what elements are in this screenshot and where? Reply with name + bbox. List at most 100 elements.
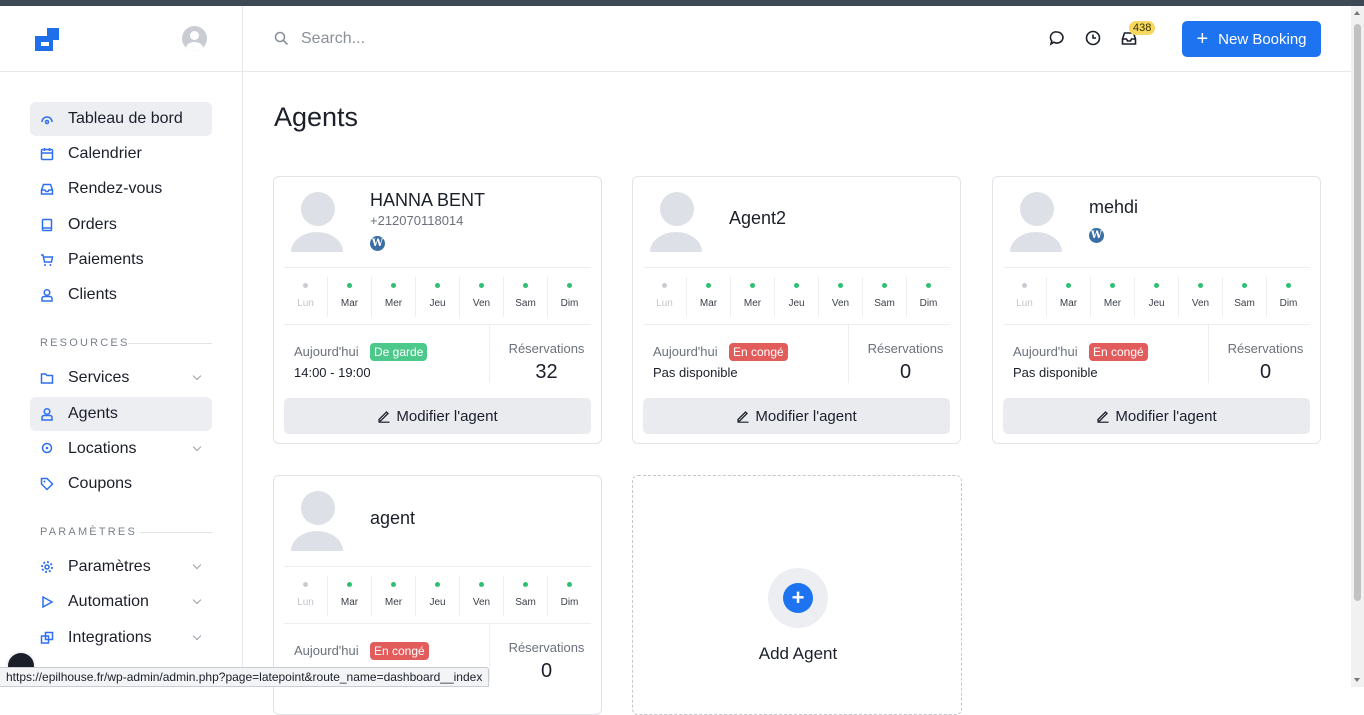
sidebar-item-payments[interactable]: Paiements <box>30 243 212 277</box>
chat-icon[interactable] <box>1048 29 1066 47</box>
pencil-icon <box>377 409 391 423</box>
chevron-down-icon[interactable] <box>192 631 202 641</box>
sidebar-item-label: Coupons <box>68 475 133 492</box>
add-agent-circle[interactable]: + <box>768 568 828 628</box>
scroll-down-arrow-icon[interactable] <box>1354 678 1360 682</box>
sidebar-item-services[interactable]: Services <box>30 361 212 395</box>
agent-phone: +212070118014 <box>370 213 464 228</box>
chevron-down-icon[interactable] <box>192 595 202 605</box>
reservations-count: 32 <box>535 361 558 383</box>
map-pin-icon <box>40 442 54 456</box>
sidebar-item-label: Clients <box>68 286 117 303</box>
reservations-count: 0 <box>1259 361 1272 383</box>
day-item: Dim <box>547 277 591 317</box>
agent-name: HANNA BENT <box>370 190 486 210</box>
wordpress-icon[interactable]: W <box>1089 228 1104 243</box>
sidebar-divider <box>0 71 243 72</box>
latepoint-logo[interactable] <box>35 28 61 54</box>
day-item: Mer <box>730 277 774 317</box>
sidebar-item-integrations[interactable]: Integrations <box>30 621 212 655</box>
edit-agent-button[interactable]: Modifier l'agent <box>1003 398 1310 434</box>
sidebar-item-label: Paiements <box>68 251 144 268</box>
folder-icon <box>40 371 54 385</box>
day-item: Mar <box>327 277 371 317</box>
reservations-count: 0 <box>540 660 553 682</box>
clock-icon[interactable] <box>1084 29 1102 47</box>
weekly-schedule: Lun Mar Mer Jeu Ven Sam Dim <box>284 576 591 616</box>
new-booking-button[interactable]: + New Booking <box>1182 21 1321 57</box>
user-avatar[interactable] <box>182 26 207 51</box>
status-badge: En congé <box>1089 343 1148 361</box>
agent-avatar <box>291 192 343 252</box>
sidebar-item-automation[interactable]: Automation <box>30 585 212 619</box>
weekly-schedule: Lun Mar Mer Jeu Ven Sam Dim <box>284 277 591 317</box>
day-item: Mar <box>686 277 730 317</box>
day-item: Sam <box>1222 277 1266 317</box>
edit-agent-label: Modifier l'agent <box>396 407 498 425</box>
sidebar-item-orders[interactable]: Orders <box>30 208 212 242</box>
chevron-down-icon[interactable] <box>192 442 202 452</box>
dashboard-icon <box>40 112 54 126</box>
day-item: Sam <box>503 277 547 317</box>
agent-avatar <box>291 491 343 551</box>
add-agent-card[interactable]: + Add Agent <box>632 475 962 715</box>
plus-icon: + <box>783 583 813 613</box>
scroll-up-arrow-icon[interactable] <box>1354 11 1360 15</box>
edit-agent-button[interactable]: Modifier l'agent <box>284 398 591 434</box>
play-icon <box>40 595 54 609</box>
sidebar-item-calendar[interactable]: Calendrier <box>30 137 212 171</box>
agent-name: mehdi <box>1089 197 1139 217</box>
sidebar-item-settings[interactable]: Paramètres <box>30 550 212 584</box>
search-icon <box>274 31 289 46</box>
top-header: 438 + New Booking <box>243 6 1351 72</box>
calendar-icon <box>40 147 54 161</box>
day-item: Dim <box>1266 277 1310 317</box>
day-item: Jeu <box>415 576 459 616</box>
day-item: Mar <box>327 576 371 616</box>
sidebar-item-coupons[interactable]: Coupons <box>30 467 212 501</box>
sidebar-item-label: Paramètres <box>68 558 151 575</box>
agent-name: agent <box>370 508 416 528</box>
sidebar-item-label: Locations <box>68 440 137 457</box>
scrollbar-thumb[interactable] <box>1354 24 1361 601</box>
wordpress-icon[interactable]: W <box>370 236 385 251</box>
plus-icon: + <box>1196 28 1209 50</box>
sidebar-item-appointments[interactable]: Rendez-vous <box>30 172 212 206</box>
sidebar-item-label: Integrations <box>68 629 152 646</box>
reservations-label: Réservations <box>867 341 944 356</box>
agent-card[interactable]: Agent2 Lun Mar Mer Jeu Ven Sam Dim Aujou… <box>632 176 961 444</box>
day-item: Ven <box>459 576 503 616</box>
day-item: Lun <box>284 576 327 616</box>
status-badge: En congé <box>729 343 788 361</box>
day-item: Lun <box>284 277 327 317</box>
sidebar-item-label: Orders <box>68 216 117 233</box>
status-badge: En congé <box>370 642 429 660</box>
today-label: Aujourd'hui <box>294 344 359 359</box>
day-item: Lun <box>1003 277 1046 317</box>
status-badge: De garde <box>370 343 428 361</box>
day-item: Mer <box>371 576 415 616</box>
sidebar-item-dashboard[interactable]: Tableau de bord <box>30 102 212 136</box>
sidebar-item-clients[interactable]: Clients <box>30 278 212 312</box>
agent-card[interactable]: mehdi W Lun Mar Mer Jeu Ven Sam Dim Aujo… <box>992 176 1321 444</box>
sidebar-item-agents[interactable]: Agents <box>30 397 212 431</box>
sidebar-item-label: Tableau de bord <box>68 110 183 127</box>
section-label-settings: PARAMÈTRES <box>40 526 137 538</box>
user-icon <box>40 288 54 302</box>
chevron-down-icon[interactable] <box>192 560 202 570</box>
reservations-label: Réservations <box>508 640 585 655</box>
inbox-icon <box>40 182 54 196</box>
chevron-down-icon[interactable] <box>192 371 202 381</box>
agent-card[interactable]: HANNA BENT +212070118014 W Lun Mar Mer J… <box>273 176 602 444</box>
sidebar-item-label: Agents <box>68 405 118 422</box>
weekly-schedule: Lun Mar Mer Jeu Ven Sam Dim <box>643 277 950 317</box>
reservations-label: Réservations <box>508 341 585 356</box>
day-item: Sam <box>503 576 547 616</box>
search-input[interactable] <box>301 26 601 52</box>
page-scrollbar[interactable] <box>1351 6 1364 687</box>
edit-agent-button[interactable]: Modifier l'agent <box>643 398 950 434</box>
day-item: Lun <box>643 277 686 317</box>
sidebar-item-locations[interactable]: Locations <box>30 432 212 466</box>
agent-hours: 14:00 - 19:00 <box>294 365 371 380</box>
tag-icon <box>40 477 54 491</box>
